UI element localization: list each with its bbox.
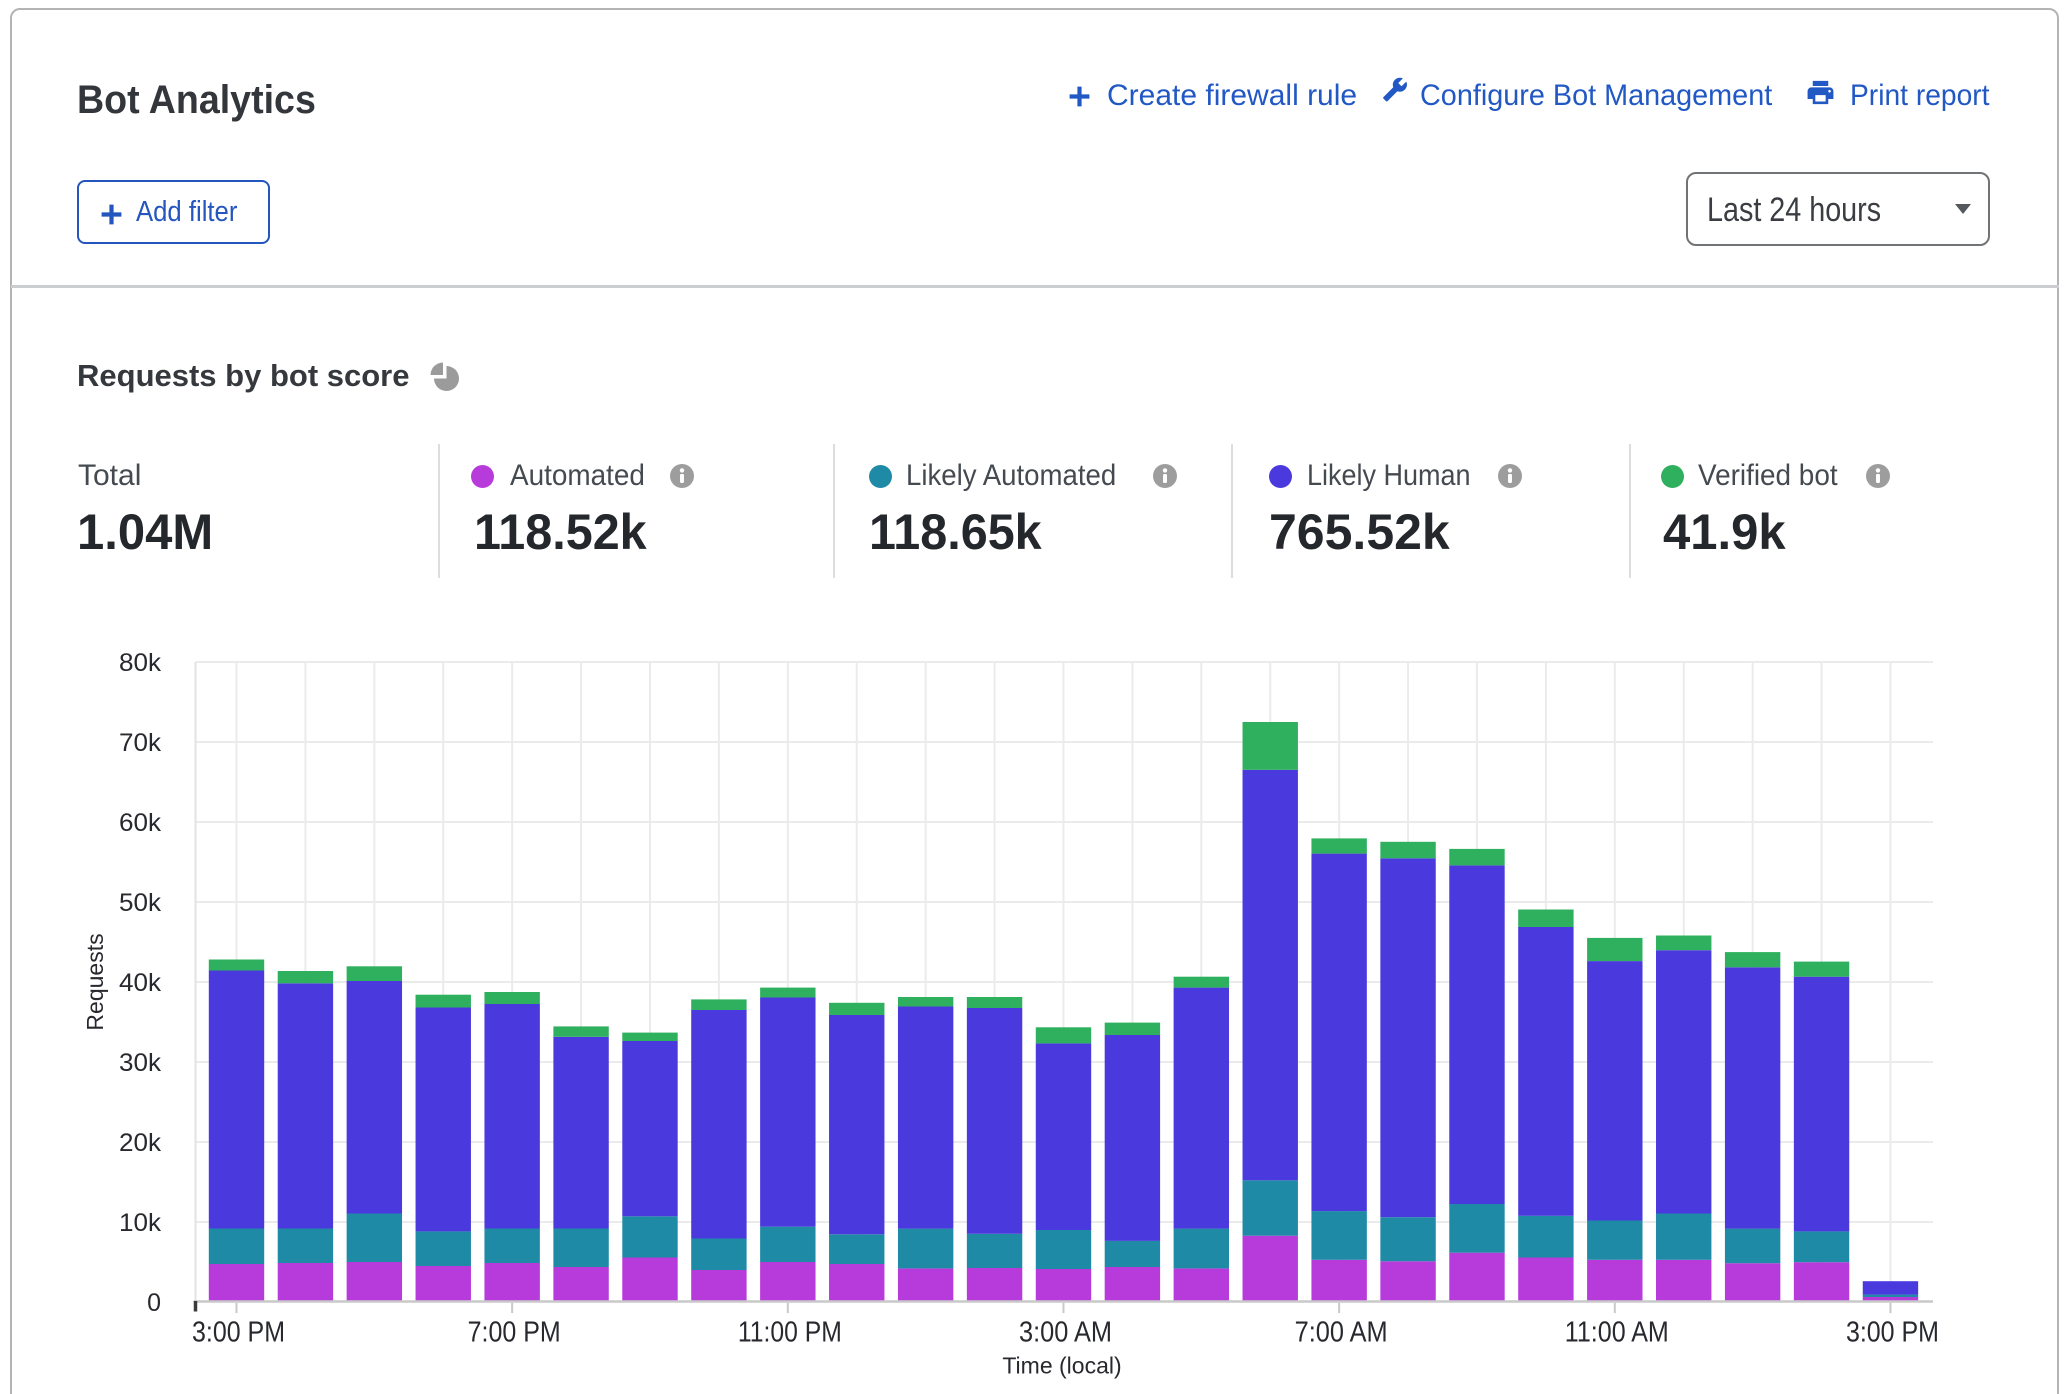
svg-text:40k: 40k [119,969,162,997]
svg-text:20k: 20k [119,1129,162,1157]
svg-text:11:00 AM: 11:00 AM [1565,1317,1669,1349]
svg-text:3:00 PM: 3:00 PM [192,1317,285,1349]
svg-text:Requests: Requests [82,933,108,1030]
svg-text:Time (local): Time (local) [1002,1353,1121,1379]
svg-text:0: 0 [147,1289,161,1317]
svg-text:7:00 PM: 7:00 PM [468,1317,561,1349]
svg-text:3:00 AM: 3:00 AM [1019,1317,1112,1349]
svg-text:80k: 80k [119,649,162,677]
svg-text:10k: 10k [119,1209,162,1237]
svg-text:3:00 PM: 3:00 PM [1846,1317,1939,1349]
svg-text:30k: 30k [119,1049,162,1077]
svg-text:50k: 50k [119,889,162,917]
svg-text:60k: 60k [119,809,162,837]
svg-text:11:00 PM: 11:00 PM [738,1317,842,1349]
svg-text:7:00 AM: 7:00 AM [1295,1317,1388,1349]
svg-text:70k: 70k [119,729,162,757]
